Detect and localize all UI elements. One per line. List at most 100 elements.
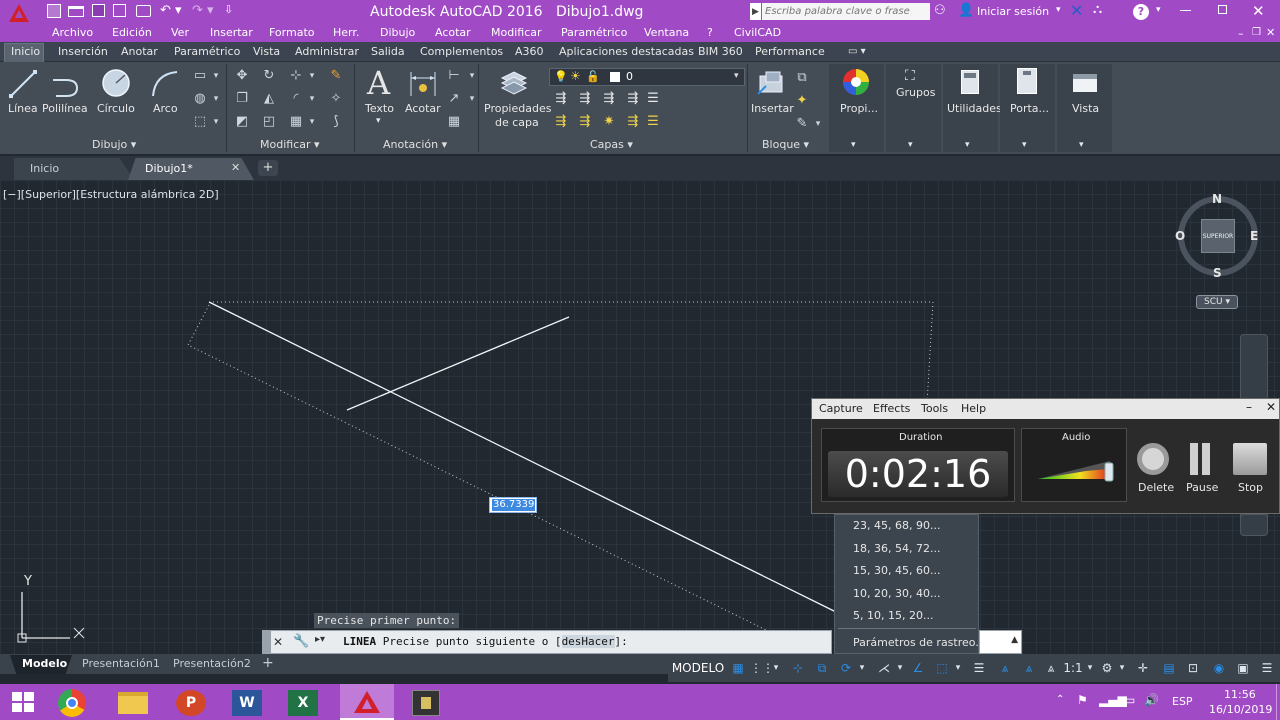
recorder-menu-capture[interactable]: Capture <box>819 402 863 415</box>
tray-time[interactable]: 11:56 <box>1224 688 1256 701</box>
tab-administrar[interactable]: Administrar <box>295 45 359 58</box>
word-icon[interactable]: W <box>232 690 262 716</box>
grid-icon[interactable]: ▦ <box>728 657 748 679</box>
qat-new-icon[interactable] <box>47 4 61 18</box>
menu-ver[interactable]: Ver <box>171 26 189 39</box>
tab-presentacion1[interactable]: Presentación1 <box>82 657 160 670</box>
polar-option-5[interactable]: 5, 10, 15, 20... <box>853 609 933 622</box>
powerpoint-icon[interactable]: P <box>176 690 206 716</box>
command-scroll-box[interactable]: ▲ <box>979 630 1022 654</box>
lineweight-icon[interactable]: ☰ <box>968 657 990 679</box>
a360-icon[interactable]: ⛬ <box>1093 2 1102 17</box>
polar-option-23[interactable]: 23, 45, 68, 90... <box>853 519 940 532</box>
texto-button[interactable]: A Texto ▾ <box>362 64 398 126</box>
stretch-icon[interactable]: ◩ <box>234 114 250 130</box>
annotation-visibility-icon[interactable]: ⩓ <box>994 657 1016 679</box>
arco-button[interactable]: Arco <box>146 66 182 122</box>
tab-performance[interactable]: Performance <box>755 45 825 58</box>
layer-tool-10-icon[interactable]: ☰ <box>645 114 661 130</box>
layer-tool-2-icon[interactable]: ⇶ <box>577 91 593 107</box>
command-line[interactable]: ✕ 🔧 ▸▾ LINEA Precise punto siguiente o [… <box>262 630 832 654</box>
leader-icon[interactable]: ↗ <box>446 91 462 107</box>
recorder-side-scroll[interactable] <box>1240 514 1268 536</box>
mirror-icon[interactable]: ◭ <box>261 91 277 107</box>
layer-tool-5-icon[interactable]: ☰ <box>645 91 661 107</box>
polar-tracking-settings[interactable]: Parámetros de rastreo... <box>853 636 986 649</box>
add-layout-button[interactable]: + <box>262 655 274 671</box>
recorder-menu-effects[interactable]: Effects <box>873 402 910 415</box>
vista-button[interactable]: Vista ▾ <box>1057 64 1112 152</box>
acotar-button[interactable]: Acotar <box>404 66 442 122</box>
layer-tool-6-icon[interactable]: ⇶ <box>553 114 569 130</box>
dynamic-input-icon[interactable]: ⧉ <box>812 657 832 679</box>
doc-tab-close-icon[interactable]: ✕ <box>231 161 240 174</box>
recorder-taskbar-icon[interactable] <box>412 690 440 716</box>
polar-option-15[interactable]: 15, 30, 45, 60... <box>853 564 940 577</box>
panel-anotacion-label[interactable]: Anotación ▾ <box>383 138 447 151</box>
tab-a360[interactable]: A360 <box>515 45 544 58</box>
doc-close-button[interactable]: ✕ <box>1266 26 1275 39</box>
doc-minimize-button[interactable]: – <box>1238 27 1244 40</box>
layer-tool-8-icon[interactable]: ✷ <box>601 114 617 130</box>
annotation-scale-icon[interactable]: ⩓ <box>1040 657 1062 679</box>
qat-undo-icon[interactable]: ↶ ▾ <box>160 3 182 18</box>
polar-option-18[interactable]: 18, 36, 54, 72... <box>853 542 940 555</box>
menu-modificar[interactable]: Modificar <box>491 26 542 39</box>
recorder-menu-tools[interactable]: Tools <box>921 402 948 415</box>
linea-button[interactable]: Línea <box>4 66 40 122</box>
layer-tool-9-icon[interactable]: ⇶ <box>625 114 641 130</box>
menu-insertar[interactable]: Insertar <box>210 26 253 39</box>
chrome-icon[interactable] <box>58 689 86 717</box>
copy-icon[interactable]: ❐ <box>234 91 250 107</box>
help-dropdown-icon[interactable]: ▾ <box>1156 5 1161 15</box>
block-attr-icon[interactable]: ✎ <box>794 116 810 132</box>
region-dropdown-icon[interactable]: ▾ <box>208 114 224 130</box>
tab-modelo[interactable]: Modelo <box>10 655 72 674</box>
user-icon[interactable]: 👤 <box>958 3 974 18</box>
autocad-logo-icon[interactable] <box>4 2 34 24</box>
erase-icon[interactable]: ✎ <box>328 68 344 84</box>
infer-icon[interactable]: ⊹ <box>788 657 808 679</box>
layer-tool-1-icon[interactable]: ⇶ <box>553 91 569 107</box>
qat-customize-icon[interactable]: ⇩ <box>224 3 233 16</box>
command-customize-icon[interactable]: 🔧 <box>293 634 309 649</box>
tray-overflow-icon[interactable]: ⌃ <box>1056 694 1064 705</box>
snap-icon[interactable]: ⋮⋮ <box>750 657 774 679</box>
exchange-icon[interactable]: ✕ <box>1070 1 1083 20</box>
ucs-menu-button[interactable]: SCU ▾ <box>1196 295 1238 309</box>
command-grip[interactable] <box>263 631 271 653</box>
autocad-taskbar-button[interactable] <box>340 684 394 720</box>
close-button[interactable]: ✕ <box>1252 2 1265 20</box>
recorder-stop-button[interactable]: Stop <box>1232 439 1270 495</box>
circulo-button[interactable]: Círculo <box>94 66 138 122</box>
signin-dropdown-icon[interactable]: ▾ <box>1056 5 1061 15</box>
move-icon[interactable]: ✥ <box>234 68 250 84</box>
recorder-pause-button[interactable]: Pause <box>1185 439 1219 495</box>
doc-tab-dibujo[interactable]: Dibujo1* ✕ <box>128 158 254 180</box>
osnap-dropdown-icon[interactable]: ▾ <box>952 657 964 679</box>
tab-anotar[interactable]: Anotar <box>121 45 158 58</box>
panel-modificar-label[interactable]: Modificar ▾ <box>260 138 320 151</box>
snap-dropdown-icon[interactable]: ▾ <box>770 657 782 679</box>
polilinea-button[interactable]: Polilínea <box>42 66 88 122</box>
model-space-button[interactable]: MODELO <box>671 657 725 679</box>
tray-date[interactable]: 16/10/2019 <box>1209 703 1272 716</box>
recorder-minimize-button[interactable]: – <box>1246 400 1252 414</box>
polar-tracking-icon[interactable]: ⟳ <box>836 657 856 679</box>
search-input[interactable]: Escriba palabra clave o frase <box>762 3 930 20</box>
table-icon[interactable]: ▦ <box>446 114 462 130</box>
workspace-gear-icon[interactable]: ⚙ <box>1096 657 1118 679</box>
quick-properties-icon[interactable]: ⊡ <box>1182 657 1204 679</box>
isodraft-dropdown-icon[interactable]: ▾ <box>894 657 906 679</box>
offset-icon[interactable]: ⟆ <box>328 114 344 130</box>
panel-capas-label[interactable]: Capas ▾ <box>590 138 633 151</box>
block-attr-dropdown-icon[interactable]: ▾ <box>810 116 826 132</box>
doc-tab-inicio[interactable]: Inicio <box>14 158 134 180</box>
insertar-button[interactable]: Insertar <box>750 66 794 122</box>
tray-volume-icon[interactable]: 🔊 <box>1144 693 1159 707</box>
qat-saveas-icon[interactable] <box>113 4 126 17</box>
minimize-button[interactable] <box>1180 10 1191 11</box>
recorder-menu-help[interactable]: Help <box>961 402 986 415</box>
workspace-dropdown-icon[interactable]: ▾ <box>1116 657 1128 679</box>
recorder-close-button[interactable]: ✕ <box>1266 400 1276 414</box>
